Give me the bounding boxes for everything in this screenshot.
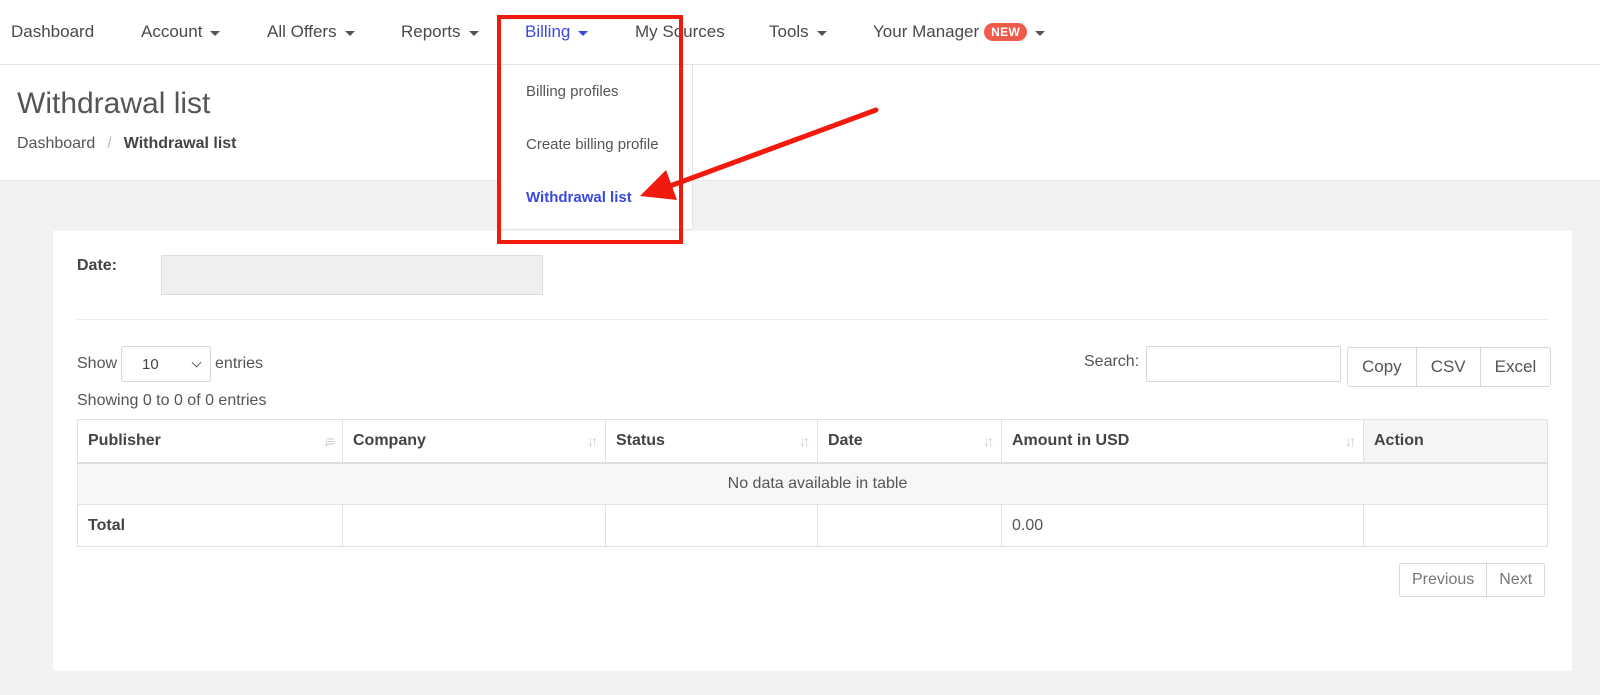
- nav-account[interactable]: Account: [141, 22, 221, 42]
- page-header: Withdrawal list Dashboard / Withdrawal l…: [0, 65, 1600, 181]
- table-info: Showing 0 to 0 of 0 entries: [77, 392, 267, 409]
- nav-dashboard[interactable]: Dashboard: [11, 22, 94, 42]
- nav-tools-label: Tools: [769, 22, 809, 41]
- csv-button[interactable]: CSV: [1416, 348, 1481, 386]
- copy-button[interactable]: Copy: [1348, 348, 1417, 386]
- sort-icon: ↓↑: [799, 433, 810, 449]
- total-amount: 0.00: [1001, 504, 1364, 547]
- sort-icon: ↓↑: [983, 433, 994, 449]
- total-company-cell: [342, 504, 606, 547]
- previous-button[interactable]: Previous: [1400, 564, 1488, 596]
- pagination: Previous Next: [1399, 563, 1546, 597]
- breadcrumb: Dashboard / Withdrawal list: [17, 135, 237, 153]
- sort-icon: ↓↑: [587, 433, 598, 449]
- total-action-cell: [1363, 504, 1548, 547]
- nav-account-label: Account: [141, 22, 203, 41]
- export-buttons: Copy CSV Excel: [1347, 347, 1552, 387]
- total-label: Total: [77, 504, 343, 547]
- sort-asc-icon: ↓≡: [322, 433, 335, 449]
- nav-dashboard-label: Dashboard: [11, 22, 95, 41]
- column-header-label: Publisher: [88, 431, 161, 449]
- table-header-row: Publisher ↓≡ Company ↓↑ Status ↓↑ Date ↓↑ Am…: [77, 419, 1548, 464]
- chevron-down-icon: [191, 357, 202, 367]
- date-filter-label: Date:: [77, 257, 118, 274]
- withdrawal-card: Date: Show 10 entries Search: Copy CSV E…: [53, 231, 1572, 671]
- nav-your-manager[interactable]: Your Manager NEW: [873, 22, 1046, 42]
- page-length-select[interactable]: 10: [121, 346, 212, 382]
- nav-your-manager-label: Your Manager: [873, 22, 980, 41]
- caret-down-icon: [344, 30, 355, 36]
- breadcrumb-home-link[interactable]: Dashboard: [17, 135, 95, 153]
- date-filter-input[interactable]: [161, 255, 543, 295]
- divider: [77, 319, 1548, 320]
- column-header-action: Action: [1363, 419, 1548, 464]
- column-header-label: Status: [616, 431, 665, 449]
- table-total-row: Total 0.00: [77, 504, 1548, 547]
- nav-all-offers-label: All Offers: [267, 22, 337, 41]
- excel-button[interactable]: Excel: [1480, 348, 1551, 386]
- caret-down-icon: [468, 30, 479, 36]
- show-label: Show: [77, 355, 118, 372]
- column-header-company[interactable]: Company ↓↑: [342, 419, 606, 464]
- new-badge: NEW: [984, 23, 1028, 41]
- caret-down-icon: [210, 30, 221, 36]
- column-header-status[interactable]: Status ↓↑: [605, 419, 818, 464]
- next-button[interactable]: Next: [1487, 564, 1545, 596]
- nav-all-offers[interactable]: All Offers: [267, 22, 355, 42]
- total-status-cell: [605, 504, 818, 547]
- sort-icon: ↓↑: [1345, 433, 1356, 449]
- empty-message: No data available in table: [77, 462, 1548, 505]
- search-input[interactable]: [1146, 346, 1341, 382]
- table-empty-row: No data available in table: [77, 462, 1548, 505]
- top-navbar: Dashboard Account All Offers Reports Bil…: [0, 0, 1600, 65]
- total-date-cell: [817, 504, 1002, 547]
- page-length-value: 10: [142, 355, 159, 373]
- column-header-amount[interactable]: Amount in USD ↓↑: [1001, 419, 1364, 464]
- breadcrumb-current: Withdrawal list: [123, 135, 237, 152]
- entries-label: entries: [215, 355, 264, 372]
- column-header-label: Date: [828, 431, 863, 449]
- caret-down-icon: [1035, 30, 1046, 36]
- column-header-date[interactable]: Date ↓↑: [817, 419, 1002, 464]
- column-header-label: Amount in USD: [1012, 431, 1130, 449]
- breadcrumb-separator: /: [107, 135, 112, 152]
- nav-tools[interactable]: Tools: [769, 22, 827, 42]
- column-header-publisher[interactable]: Publisher ↓≡: [77, 419, 343, 464]
- search-label: Search:: [1084, 353, 1140, 370]
- annotation-highlight-box: [497, 15, 683, 244]
- nav-reports[interactable]: Reports: [401, 22, 479, 42]
- column-header-label: Company: [353, 431, 426, 449]
- caret-down-icon: [816, 30, 827, 36]
- withdrawal-table: Publisher ↓≡ Company ↓↑ Status ↓↑ Date ↓↑ Am…: [77, 419, 1548, 547]
- nav-reports-label: Reports: [401, 22, 461, 41]
- page-title: Withdrawal list: [17, 87, 211, 120]
- column-header-label: Action: [1374, 431, 1424, 449]
- page-length-control: Show 10 entries: [77, 346, 263, 382]
